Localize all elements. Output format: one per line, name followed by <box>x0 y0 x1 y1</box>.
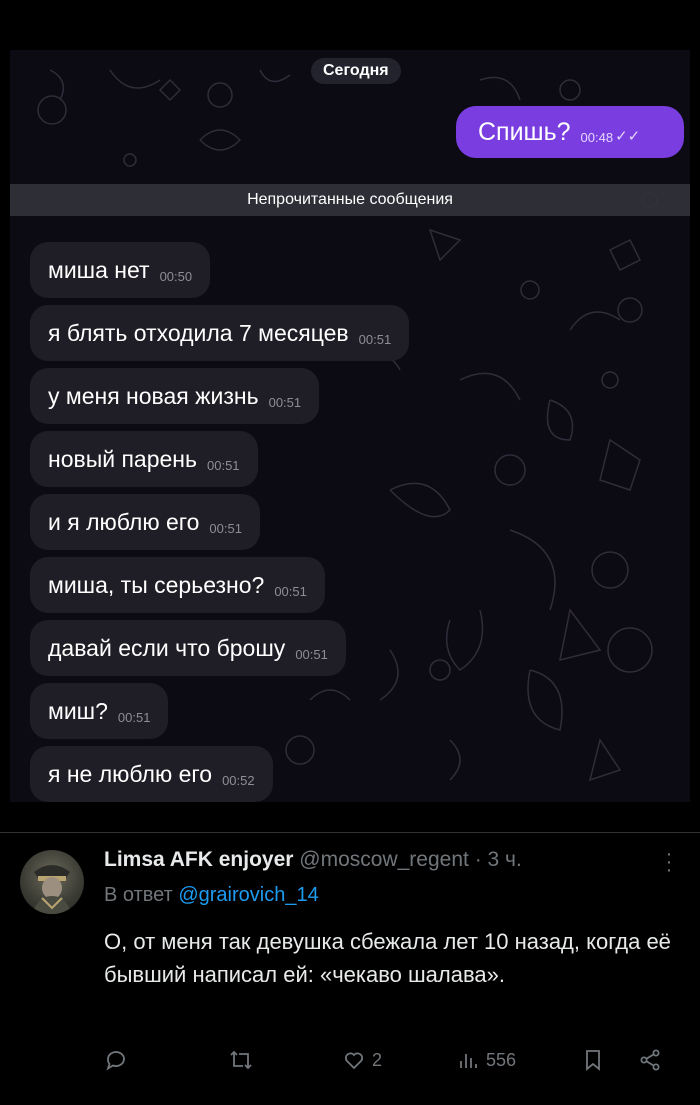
bookmark-button[interactable] <box>582 1045 604 1075</box>
message-text: миша нет <box>48 256 150 283</box>
message-text: миша, ты серьезно? <box>48 571 265 598</box>
user-handle[interactable]: @moscow_regent <box>299 848 469 871</box>
views-icon <box>460 1054 477 1068</box>
incoming-message[interactable]: новый парень 00:51 <box>30 431 258 487</box>
incoming-message[interactable]: я не люблю его 00:52 <box>30 746 273 802</box>
like-count: 2 <box>372 1049 383 1070</box>
double-check-icon: ✓✓ <box>615 128 641 145</box>
incoming-message[interactable]: и я люблю его 00:51 <box>30 494 260 550</box>
message-text: и я люблю его <box>48 508 200 535</box>
reply-prefix: В ответ <box>104 884 173 906</box>
message-text: Спишь? <box>478 117 571 146</box>
incoming-message[interactable]: у меня новая жизнь 00:51 <box>30 368 320 424</box>
incoming-message[interactable]: миша нет 00:50 <box>30 242 211 298</box>
message-text: я не люблю его <box>48 760 213 787</box>
reply-button[interactable] <box>104 1045 128 1075</box>
tweet-header: Limsa AFK enjoyer @moscow_regent · 3 ч. <box>104 848 522 872</box>
message-time: 00:50 <box>159 268 193 284</box>
tweet-actions: 2 556 <box>104 1045 674 1075</box>
message-text: у меня новая жизнь <box>48 382 259 409</box>
separator: · <box>474 848 482 871</box>
more-options-icon[interactable]: · · · <box>664 844 674 880</box>
like-button[interactable]: 2 <box>342 1045 382 1075</box>
chat-screenshot: Сегодня Спишь? 00:48 ✓✓ Непрочитанные со… <box>10 50 690 802</box>
reply-context: В ответ @grairovich_14 <box>104 884 319 907</box>
message-time: 00:51 <box>295 646 328 662</box>
message-time: 00:51 <box>358 331 392 347</box>
views-count: 556 <box>486 1049 517 1070</box>
reply-mention-link[interactable]: @grairovich_14 <box>178 884 318 906</box>
avatar-image <box>32 865 72 914</box>
repost-icon <box>230 1050 252 1070</box>
message-text: миш? <box>48 697 108 724</box>
views-button[interactable]: 556 <box>456 1045 516 1075</box>
message-time: 00:52 <box>222 772 255 788</box>
message-time: 00:51 <box>274 583 307 599</box>
message-text: новый парень <box>48 445 197 472</box>
timestamp[interactable]: 3 ч. <box>488 848 522 871</box>
heart-icon <box>345 1052 363 1070</box>
bookmark-icon <box>586 1050 600 1071</box>
message-time: 00:51 <box>268 394 302 410</box>
message-time: 00:48 <box>580 129 614 145</box>
incoming-message[interactable]: я блять отходила 7 месяцев 00:51 <box>30 305 410 361</box>
avatar[interactable] <box>20 850 84 914</box>
message-time: 00:51 <box>117 709 151 725</box>
display-name[interactable]: Limsa AFK enjoyer <box>104 848 293 871</box>
outgoing-message[interactable]: Спишь? 00:48 ✓✓ <box>456 106 684 158</box>
incoming-message[interactable]: миш? 00:51 <box>30 683 169 739</box>
tweet-text: О, от меня так девушка сбежала лет 10 на… <box>104 929 671 987</box>
message-time: 00:51 <box>209 520 242 536</box>
share-icon <box>640 1049 660 1071</box>
incoming-message[interactable]: давай если что брошу 00:51 <box>30 620 346 676</box>
date-separator: Сегодня <box>311 58 401 84</box>
share-button[interactable] <box>638 1045 662 1075</box>
message-time: 00:51 <box>207 457 240 473</box>
message-text: я блять отходила 7 месяцев <box>48 319 349 346</box>
section-divider <box>0 832 700 833</box>
message-text: давай если что брошу <box>48 634 286 661</box>
reply-icon <box>106 1051 125 1071</box>
repost-button[interactable] <box>228 1045 254 1075</box>
unread-messages-divider: Непрочитанные сообщения <box>10 184 690 216</box>
incoming-message[interactable]: миша, ты серьезно? 00:51 <box>30 557 325 613</box>
